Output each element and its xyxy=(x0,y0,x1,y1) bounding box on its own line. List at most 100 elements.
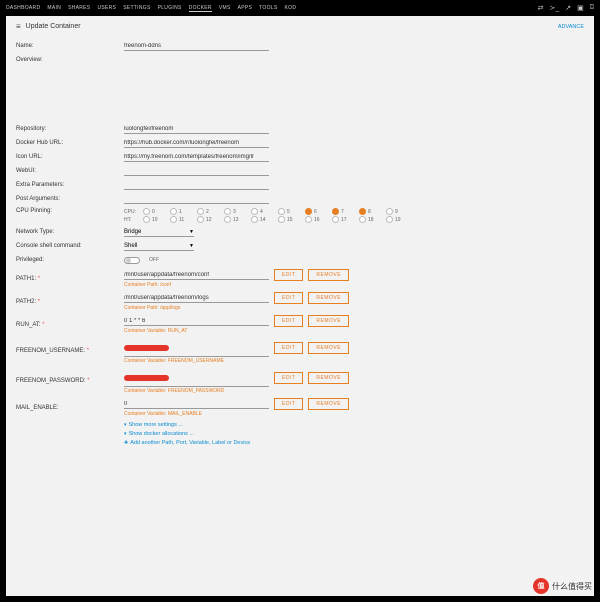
nav-dashboard[interactable]: DASHBOARD xyxy=(6,5,40,12)
nav-plugins[interactable]: PLUGINS xyxy=(158,5,182,12)
network-select[interactable]: Bridge▼ xyxy=(124,228,194,237)
cpu-8[interactable] xyxy=(359,208,366,215)
label-path1: PATH1: * xyxy=(16,276,124,282)
cpu-17[interactable] xyxy=(332,216,339,223)
path1-input[interactable] xyxy=(124,271,269,280)
path2-input[interactable] xyxy=(124,294,269,303)
nav-vms[interactable]: VMS xyxy=(219,5,231,12)
label-run-at: RUN_AT: * xyxy=(16,322,124,328)
label-icon-url: Icon URL: xyxy=(16,154,124,160)
watermark: 值 什么值得买 xyxy=(533,578,592,594)
path2-hint: Container Path: /app/logs xyxy=(124,305,584,311)
path1-remove[interactable]: REMOVE xyxy=(308,269,349,281)
show-alloc-link[interactable]: ▾Show docker allocations ... xyxy=(124,430,584,438)
mail-input[interactable] xyxy=(124,400,269,409)
icon-1[interactable]: ⇄ xyxy=(538,4,544,12)
cpu-19[interactable] xyxy=(386,216,393,223)
username-redacted xyxy=(124,345,169,351)
add-config-link[interactable]: ✚Add another Path, Port, Variable, Label… xyxy=(124,439,584,447)
nav-kod[interactable]: KOD xyxy=(285,5,297,12)
label-post-args: Post Arguments: xyxy=(16,196,124,202)
path2-remove[interactable]: REMOVE xyxy=(308,292,349,304)
cpu-4[interactable] xyxy=(251,208,258,215)
run-at-hint: Container Variable: RUN_AT xyxy=(124,328,584,334)
console-select[interactable]: Shell▼ xyxy=(124,242,194,251)
cpu-1[interactable] xyxy=(170,208,177,215)
webui-input[interactable] xyxy=(124,167,269,176)
label-overview: Overview: xyxy=(16,57,124,63)
nav-main[interactable]: MAIN xyxy=(47,5,61,12)
advanced-toggle[interactable]: ADVANCE xyxy=(558,24,584,30)
label-hub-url: Docker Hub URL: xyxy=(16,140,124,146)
cpu-13[interactable] xyxy=(224,216,231,223)
label-cpu: CPU Pinning: xyxy=(16,208,124,214)
privileged-toggle[interactable] xyxy=(124,257,140,264)
nav-docker[interactable]: DOCKER xyxy=(189,5,212,12)
cpu-2[interactable] xyxy=(197,208,204,215)
cpu-row-1: CPU:0123456789 xyxy=(124,208,584,215)
password-redacted xyxy=(124,375,169,381)
nav-settings[interactable]: SETTINGS xyxy=(123,5,150,12)
label-repository: Repository: xyxy=(16,126,124,132)
cpu-7[interactable] xyxy=(332,208,339,215)
hamburger-icon[interactable]: ≡ xyxy=(16,22,21,31)
nav-tools[interactable]: TOOLS xyxy=(259,5,277,12)
path1-edit[interactable]: EDIT xyxy=(274,269,303,281)
label-password: FREENOM_PASSWORD: * xyxy=(16,378,124,384)
cpu-12[interactable] xyxy=(197,216,204,223)
mail-edit[interactable]: EDIT xyxy=(274,398,303,410)
password-edit[interactable]: EDIT xyxy=(274,372,303,384)
nav-menu: DASHBOARD MAIN SHARES USERS SETTINGS PLUGINS D… xyxy=(6,5,296,12)
nav-icons: ⇄ ≻_ ↗ ▣ ⌼ xyxy=(538,4,594,12)
run-at-remove[interactable]: REMOVE xyxy=(308,315,349,327)
post-args-input[interactable] xyxy=(124,195,269,204)
label-username: FREENOM_USERNAME: * xyxy=(16,348,124,354)
terminal-icon[interactable]: ≻_ xyxy=(550,4,560,12)
cpu-18[interactable] xyxy=(359,216,366,223)
watermark-icon: 值 xyxy=(533,578,549,594)
cpu-0[interactable] xyxy=(143,208,150,215)
label-privileged: Privileged: xyxy=(16,257,124,263)
path2-edit[interactable]: EDIT xyxy=(274,292,303,304)
username-edit[interactable]: EDIT xyxy=(274,342,303,354)
icon-url-input[interactable] xyxy=(124,153,269,162)
cpu-5[interactable] xyxy=(278,208,285,215)
mail-hint: Container Variable: MAIL_ENABLE xyxy=(124,411,584,417)
cpu-6[interactable] xyxy=(305,208,312,215)
window-icon[interactable]: ▣ xyxy=(577,4,584,12)
cpu-16[interactable] xyxy=(305,216,312,223)
username-remove[interactable]: REMOVE xyxy=(308,342,349,354)
cpu-11[interactable] xyxy=(170,216,177,223)
watermark-text: 什么值得买 xyxy=(552,581,592,592)
top-nav: DASHBOARD MAIN SHARES USERS SETTINGS PLUGINS D… xyxy=(0,0,600,16)
nav-apps[interactable]: APPS xyxy=(238,5,253,12)
password-remove[interactable]: REMOVE xyxy=(308,372,349,384)
extra-input[interactable] xyxy=(124,181,269,190)
label-webui: WebUI: xyxy=(16,168,124,174)
label-mail: MAIL_ENABLE: xyxy=(16,405,124,411)
label-extra: Extra Parameters: xyxy=(16,182,124,188)
label-name: Name: xyxy=(16,43,124,49)
cpu-9[interactable] xyxy=(386,208,393,215)
run-at-edit[interactable]: EDIT xyxy=(274,315,303,327)
mail-remove[interactable]: REMOVE xyxy=(308,398,349,410)
label-path2: PATH2: * xyxy=(16,299,124,305)
cpu-row-2: HT:10111213141516171819 xyxy=(124,216,584,223)
hub-url-input[interactable] xyxy=(124,139,269,148)
cpu-3[interactable] xyxy=(224,208,231,215)
monitor-icon[interactable]: ⌼ xyxy=(590,4,594,12)
page-body: ≡ Update Container ADVANCE Name: Overvie… xyxy=(6,16,594,596)
username-hint: Container Variable: FREENOM_USERNAME xyxy=(124,358,584,364)
nav-users[interactable]: USERS xyxy=(97,5,116,12)
name-input[interactable] xyxy=(124,42,269,51)
path1-hint: Container Path: /conf xyxy=(124,282,584,288)
run-at-input[interactable] xyxy=(124,317,269,326)
cpu-15[interactable] xyxy=(278,216,285,223)
cpu-14[interactable] xyxy=(251,216,258,223)
label-console: Console shell command: xyxy=(16,243,124,249)
nav-shares[interactable]: SHARES xyxy=(68,5,90,12)
cpu-10[interactable] xyxy=(143,216,150,223)
show-more-link[interactable]: ▾Show more settings ... xyxy=(124,421,584,429)
repository-input[interactable] xyxy=(124,125,269,134)
logout-icon[interactable]: ↗ xyxy=(565,4,571,12)
